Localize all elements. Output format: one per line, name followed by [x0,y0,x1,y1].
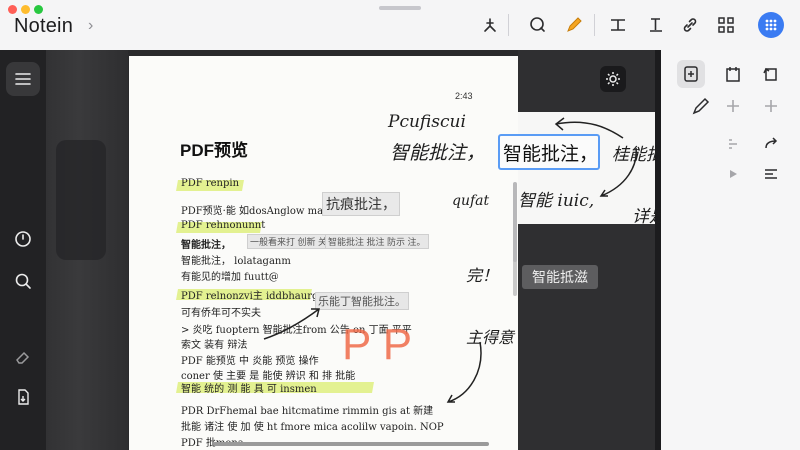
chevron-right-icon[interactable]: › [88,17,93,35]
settings-icon[interactable] [600,66,626,92]
spacing-icon[interactable] [719,130,747,158]
close-window-button[interactable] [8,5,17,14]
annotation-chip[interactable]: 智能批注 批注 防示 注。 [325,234,429,249]
outline-icon[interactable] [6,62,40,96]
zoom-window-button[interactable] [34,5,43,14]
eraser-icon[interactable] [6,340,40,374]
redo-icon[interactable] [757,130,785,158]
search-replace-icon[interactable] [6,264,40,298]
page-template-icon[interactable] [719,60,747,88]
handwritten-note[interactable]: qufat [452,193,489,209]
top-bar: Notein › [0,0,800,50]
play-icon[interactable] [719,160,747,188]
page-line: PDF renpin [181,178,240,189]
text-insert-icon[interactable] [606,13,630,37]
page-line: 批能 诸注 使 加 使 ht fmore mica acolilw vapoin… [181,422,444,433]
arrow-annotation [446,341,482,403]
timer-icon[interactable] [6,222,40,256]
arrow-annotation [263,308,320,340]
canvas-scrollbar[interactable] [513,182,517,262]
handwritten-note[interactable]: 智能 iuic, [518,186,594,211]
page-line: 可有侨年可不实夫 [181,308,261,319]
link-icon[interactable] [678,13,702,37]
page-line: PDR DrFhemal bae hitcmatime rimmin gis a… [181,406,434,417]
page-line: 智能 统的 测 能 具 可 insmen [181,384,317,395]
page-rotate-icon[interactable] [757,60,785,88]
pen-icon[interactable] [562,13,586,37]
page-line: PDF rehnonunnt [181,220,266,231]
annotation-chip[interactable]: 抗痕批注， [322,192,400,216]
add-icon[interactable] [719,92,747,120]
page-line: 索文 装有 辩法 [181,340,248,351]
handwritten-note[interactable]: 完！ [466,262,498,286]
handwritten-note[interactable]: Pcufiscui [388,112,466,132]
text-note-icon[interactable] [644,13,668,37]
page-line: PDF预览·能 如dosAnglow mar [181,206,328,217]
page-line: 智能批注， lolataganm [181,256,291,267]
lasso-icon[interactable] [526,13,550,37]
page-time: 2:43 [455,91,473,101]
pen-tool-icon[interactable] [687,92,715,120]
left-rail [0,50,46,450]
export-icon[interactable] [6,380,40,414]
page-line: 有能见的增加 fuutt@ [181,272,279,283]
annotation-chip[interactable]: 乐能丁智能批注。 [315,292,409,310]
page-title: PDF预览 [180,141,248,160]
background-shade [56,140,106,260]
app-title[interactable]: Notein [14,15,73,38]
right-tool-panel [661,50,800,450]
window-drag-handle[interactable] [379,6,421,10]
cursor-hand-icon[interactable] [478,13,502,37]
page-line: PDF relnonzvi主 iddbhaurg [181,291,319,302]
toolbar-divider [508,14,509,36]
handwritten-note[interactable]: 智能批注， [390,138,485,165]
page-line: 智能批注， [181,240,231,251]
arrow-annotation [599,147,637,197]
align-icon[interactable] [757,160,785,188]
more-icon[interactable] [758,12,784,38]
ocr-result-badge[interactable]: 智能抵滋 [522,265,598,289]
page-insert-icon[interactable] [677,60,705,88]
page-line: PDF 能预览 中 炎能 预览 操作 [181,356,319,367]
grid-icon[interactable] [714,13,738,37]
add-icon[interactable] [757,92,785,120]
horizontal-scrollbar[interactable] [213,442,489,446]
minimize-window-button[interactable] [21,5,30,14]
arrow-annotation [554,117,624,139]
red-handwriting-mark: P P [342,320,413,369]
toolbar-divider [594,14,595,36]
background-blur [46,50,128,450]
